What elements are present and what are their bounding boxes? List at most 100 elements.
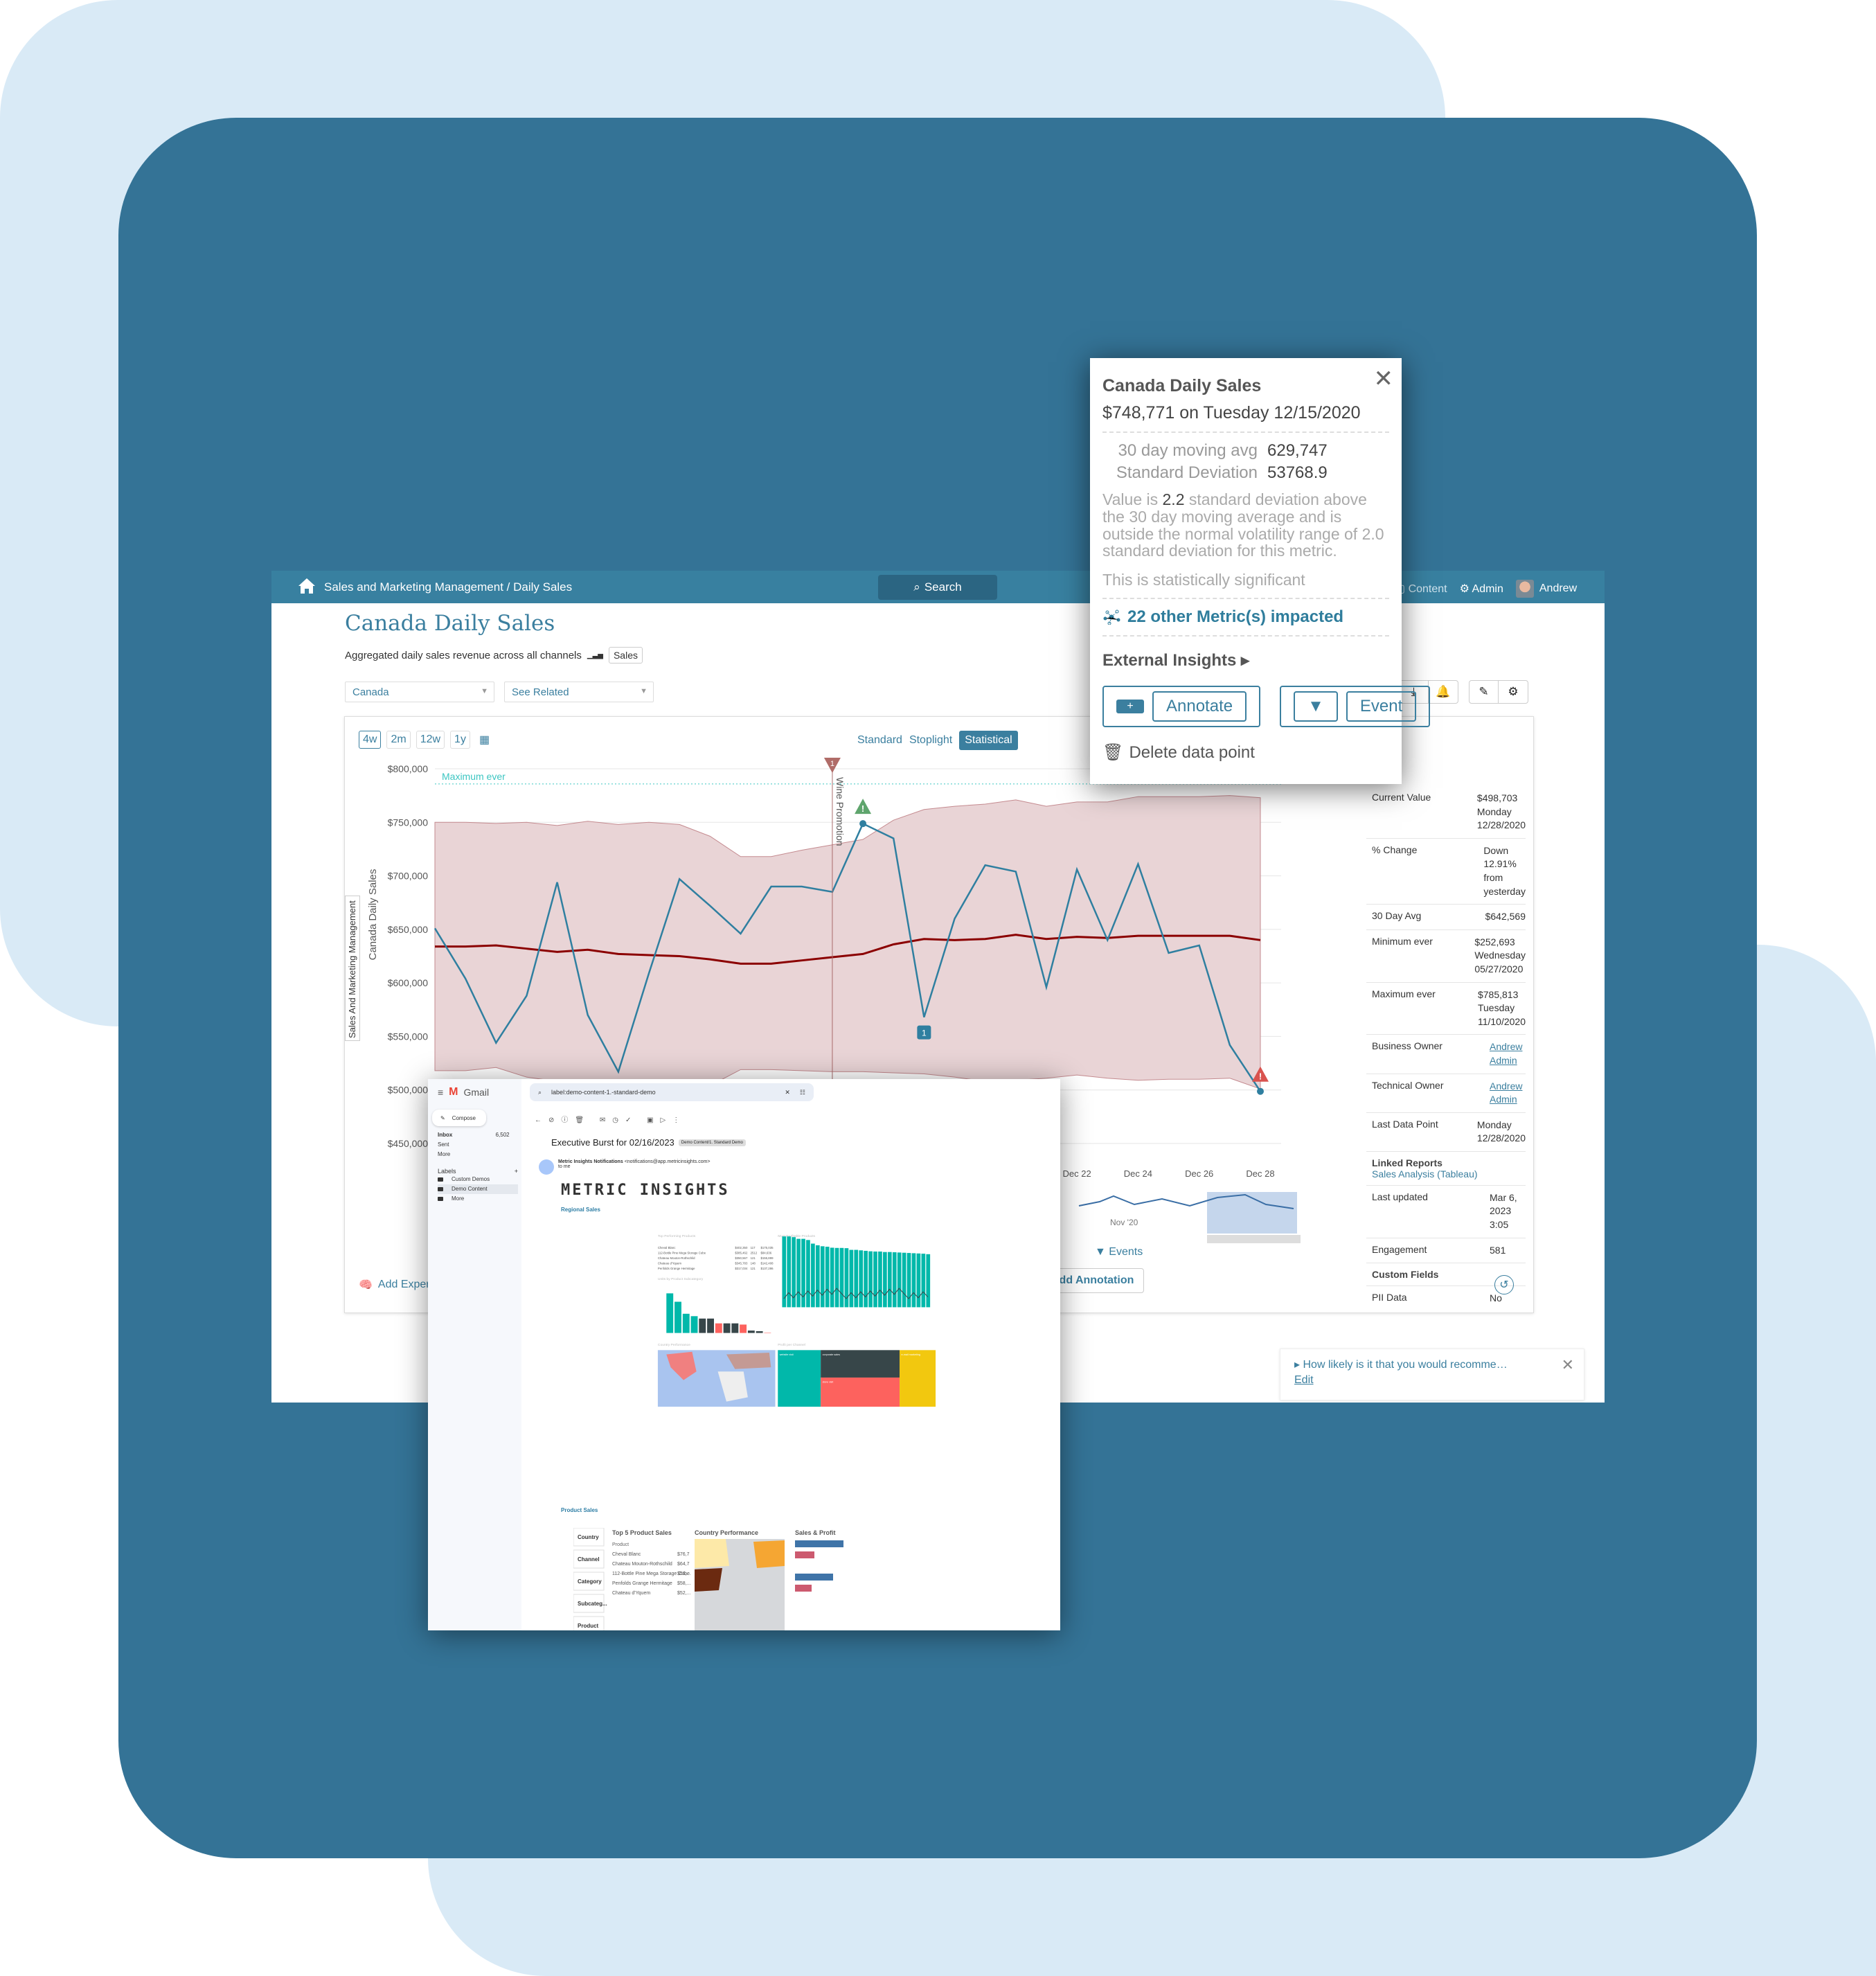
nav-content[interactable]: ▢ Content [1395, 582, 1447, 596]
close-icon[interactable]: ✕ [1562, 1356, 1574, 1374]
owner-link[interactable]: Andrew Admin [1490, 1041, 1522, 1066]
table-cell: $345,783 [735, 1262, 748, 1265]
network-icon [1103, 609, 1120, 625]
label-item[interactable]: More [438, 1194, 518, 1204]
table-cell: Cheval Blanc [612, 1552, 641, 1557]
stat-key: Business Owner [1372, 1040, 1442, 1052]
y-tick-label: $450,000 [388, 1138, 429, 1149]
table-cell: 2512 [751, 1252, 758, 1255]
see-related-select[interactable]: See Related ▼ [504, 682, 654, 702]
avatar [539, 1159, 554, 1175]
table-header: Product [612, 1542, 629, 1547]
y-axis-label: Canada Daily Sales [367, 869, 379, 961]
feedback-question[interactable]: How likely is it that you would recomme… [1303, 1359, 1507, 1371]
compose-button[interactable]: ✎ Compose [432, 1110, 486, 1126]
app-header: Sales and Marketing Management / Daily S… [271, 571, 1605, 603]
nav-more[interactable]: More [438, 1150, 510, 1159]
search-icon: ⌕ [913, 580, 920, 594]
profit-bar [811, 1243, 815, 1308]
gmail-m-icon: M [449, 1086, 458, 1098]
y-tick-label: $800,000 [388, 763, 429, 774]
subtitle-text: Aggregated daily sales revenue across al… [345, 649, 582, 661]
add-expert-button[interactable]: 🧠 Add Expert [359, 1278, 433, 1292]
profit-bar [859, 1250, 864, 1308]
stat-key: % Change [1372, 844, 1418, 855]
history-icon[interactable]: ↺ [1494, 1275, 1514, 1294]
table-cell: 121 [751, 1256, 756, 1260]
gmail-sidebar: ≡ M Gmail ✎ Compose Inbox 6,502 Sent More L… [428, 1079, 521, 1630]
panel-title: Units by Product Subcategory [658, 1277, 704, 1281]
units-bar [756, 1330, 763, 1333]
table-cell: $64,7 [677, 1562, 690, 1567]
label-chip[interactable]: Demo Content/1. Standard Demo [678, 1139, 746, 1146]
close-icon[interactable]: ✕ [785, 1089, 790, 1096]
table-cell: Chateau Mouton-Rothschild [612, 1562, 672, 1567]
panel-title: Top 5 Product Sales [612, 1529, 672, 1536]
linked-report-link[interactable]: Sales Analysis (Tableau) [1372, 1168, 1526, 1180]
external-insights-toggle[interactable]: External Insights ▸ [1102, 650, 1389, 670]
email-view: ←⊘ⓘ🗑 ✉◷✓ ▣▷⋮ Executive Burst for 02/16/2… [525, 1105, 1060, 1630]
profit-bar [892, 1252, 897, 1308]
stat-row: Last updated Mar 6, 2023 3:05 [1366, 1186, 1526, 1238]
search-label: Search [924, 580, 962, 594]
navigator-label: Nov '20 [1110, 1218, 1138, 1227]
email-toolbar[interactable]: ←⊘ⓘ🗑 ✉◷✓ ▣▷⋮ [535, 1114, 686, 1124]
table-cell: Penfolds Grange Hermitage [658, 1267, 695, 1270]
profit-bar [921, 1254, 926, 1308]
stat-row: Business Owner Andrew Admin [1366, 1035, 1526, 1074]
maximum-ever-label: Maximum ever [442, 771, 506, 782]
bell-icon[interactable]: 🔔 [1429, 681, 1458, 703]
dimension-select[interactable]: Canada ▼ [345, 682, 494, 702]
table-cell: 117 [751, 1246, 756, 1249]
filter-label: Product [578, 1623, 599, 1629]
nav-admin[interactable]: ⚙ Admin [1460, 582, 1503, 596]
edit-link[interactable]: Edit [1294, 1374, 1570, 1387]
filter-icon[interactable]: ☷ [800, 1089, 805, 1096]
units-bar [675, 1301, 681, 1333]
category-tag[interactable]: Sales [608, 647, 643, 664]
legend-events[interactable]: ▼ Events [1095, 1246, 1143, 1258]
feedback-widget: ▸ How likely is it that you would recomm… [1280, 1349, 1584, 1400]
gmail-search[interactable]: ⌕ label:demo-content-1.-standard-demo ✕ ☷ [530, 1083, 814, 1101]
stat-key: Minimum ever [1372, 935, 1433, 947]
event-button[interactable]: ▼ Event [1280, 686, 1431, 728]
home-icon[interactable] [298, 578, 316, 594]
impacted-metrics-link[interactable]: 22 other Metric(s) impacted [1102, 607, 1389, 627]
label-item[interactable]: Demo Content [438, 1184, 518, 1194]
units-bar [666, 1293, 674, 1333]
filter-label: Subcateg... [578, 1601, 607, 1607]
divider [1102, 598, 1389, 600]
profit-bar [830, 1247, 834, 1308]
header-nav: ▢ Content ⚙ Admin Andrew [1395, 580, 1577, 598]
nav-inbox[interactable]: Inbox 6,502 [438, 1130, 510, 1140]
breadcrumb[interactable]: Sales and Marketing Management / Daily S… [324, 580, 572, 594]
table-cell: $52,... [677, 1591, 691, 1596]
menu-icon[interactable]: ≡ [438, 1087, 443, 1098]
nav-user[interactable]: Andrew [1515, 580, 1577, 598]
avatar [1515, 580, 1534, 598]
add-label-icon[interactable]: + [515, 1168, 518, 1175]
annotate-button[interactable]: + Annotate [1102, 686, 1261, 728]
table-cell: Cheval Blanc [658, 1246, 676, 1249]
units-bar [690, 1316, 698, 1333]
owner-link[interactable]: Andrew Admin [1490, 1080, 1522, 1105]
profit-bar [787, 1236, 792, 1308]
profit-bar [887, 1252, 892, 1308]
stat-key: Maximum ever [1372, 988, 1436, 999]
delete-data-point-button[interactable]: 🗑 Delete data point [1102, 742, 1389, 763]
sales-profit-bar [795, 1551, 814, 1558]
stat-value: $252,693 Wednesday 05/27/2020 [1474, 936, 1526, 974]
expand-icon[interactable]: ▸ [1294, 1359, 1303, 1371]
divider [1102, 635, 1389, 637]
channel-email [900, 1350, 936, 1407]
panel-title: Top Performing Products [658, 1234, 696, 1238]
search-button[interactable]: ⌕ Search [878, 575, 997, 600]
label-item[interactable]: Custom Demos [438, 1175, 518, 1184]
profit-bar [906, 1253, 911, 1308]
channel-label: store visit [823, 1380, 834, 1383]
nav-sent[interactable]: Sent [438, 1140, 510, 1150]
profit-bar [902, 1252, 906, 1308]
pencil-icon[interactable]: ✎ [1469, 681, 1499, 703]
close-icon[interactable]: ✕ [1374, 365, 1394, 393]
gear-icon[interactable]: ⚙ [1499, 681, 1528, 703]
